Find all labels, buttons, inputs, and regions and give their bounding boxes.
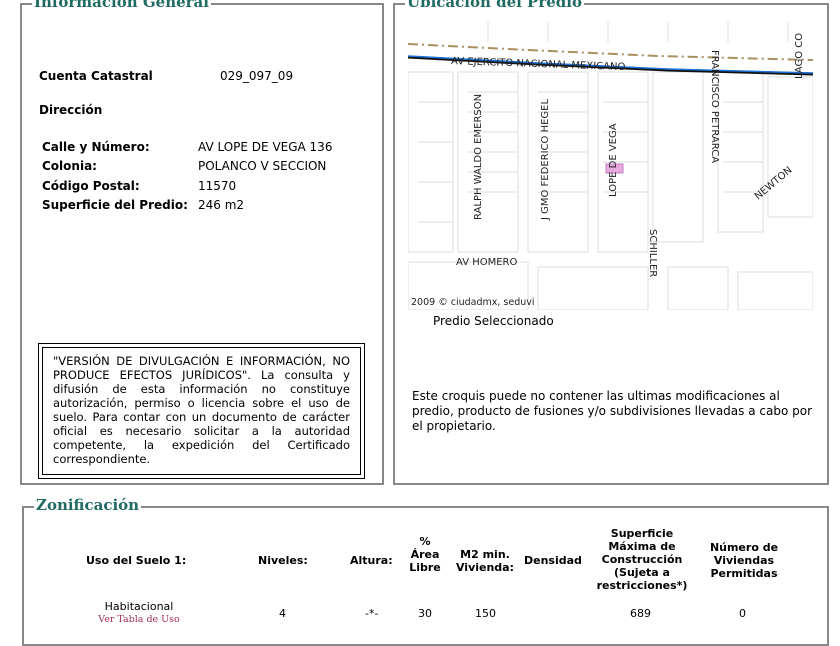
area-libre-value: 30 <box>418 607 432 620</box>
altura-value: -*- <box>365 607 379 620</box>
street-petrarca: FRANCISCO PETRARCA <box>709 50 720 163</box>
location-map[interactable]: AV EJERCITO NACIONAL MEXICANO RALPH WALD… <box>408 22 813 310</box>
header-viviendas: Número de Viviendas Permitidas <box>709 541 779 580</box>
header-niveles: Niveles: <box>258 554 308 567</box>
cp-value: 11570 <box>198 179 237 193</box>
colonia-label: Colonia: <box>42 159 97 173</box>
informacion-general-panel: Información General Cuenta Catastral 029… <box>20 0 384 485</box>
zonificacion-panel: Zonificación Uso del Suelo 1: Niveles: A… <box>22 496 829 646</box>
header-area-libre: % Área Libre <box>409 535 441 574</box>
calle-label: Calle y Número: <box>42 140 150 154</box>
superficie-label: Superficie del Predio: <box>42 198 188 212</box>
street-emerson: RALPH WALDO EMERSON <box>473 94 484 220</box>
panel-title: Ubicación del Predio <box>405 0 584 11</box>
calle-value: AV LOPE DE VEGA 136 <box>198 140 333 154</box>
disclaimer-box: "VERSIÓN DE DIVULGACIÓN E INFORMACIÓN, N… <box>38 343 365 479</box>
cuenta-label: Cuenta Catastral <box>39 69 153 83</box>
superficie-value: 689 <box>630 607 651 620</box>
viviendas-value: 0 <box>739 607 746 620</box>
ubicacion-panel: Ubicación del Predio AV EJERCITO NACIONA… <box>393 0 829 485</box>
map-caption: Predio Seleccionado <box>433 314 554 328</box>
uso-value: Habitacional <box>104 600 174 613</box>
m2-min-value: 150 <box>475 607 496 620</box>
colonia-value: POLANCO V SECCION <box>198 159 327 173</box>
header-densidad: Densidad <box>524 554 582 567</box>
superficie-value: 246 m2 <box>198 198 245 212</box>
panel-title: Zonificación <box>34 496 142 514</box>
street-hegel: J GMO FEDERICO HEGEL <box>540 99 551 221</box>
disclaimer-text: "VERSIÓN DE DIVULGACIÓN E INFORMACIÓN, N… <box>42 347 361 475</box>
header-m2-min: M2 min. Vivienda: <box>455 548 515 574</box>
street-lago: LAGO CO <box>794 33 805 79</box>
street-homero: AV HOMERO <box>456 257 518 268</box>
ver-tabla-link[interactable]: Ver Tabla de Uso <box>94 614 184 625</box>
cuenta-value: 029_097_09 <box>220 69 294 83</box>
street-lope: LOPE DE VEGA <box>608 123 619 197</box>
niveles-value: 4 <box>279 607 286 620</box>
panel-title: Información General <box>32 0 211 11</box>
cp-label: Código Postal: <box>42 179 140 193</box>
header-superficie: Superficie Máxima de Construcción (Sujet… <box>596 527 688 592</box>
header-uso: Uso del Suelo 1: <box>86 554 187 567</box>
direccion-label: Dirección <box>39 103 103 117</box>
map-copyright: 2009 © ciudadmx, seduvi <box>411 297 535 308</box>
header-altura: Altura: <box>350 554 393 567</box>
street-schiller: SCHILLER <box>647 229 658 277</box>
map-note: Este croquis puede no contener las ultim… <box>412 389 813 433</box>
